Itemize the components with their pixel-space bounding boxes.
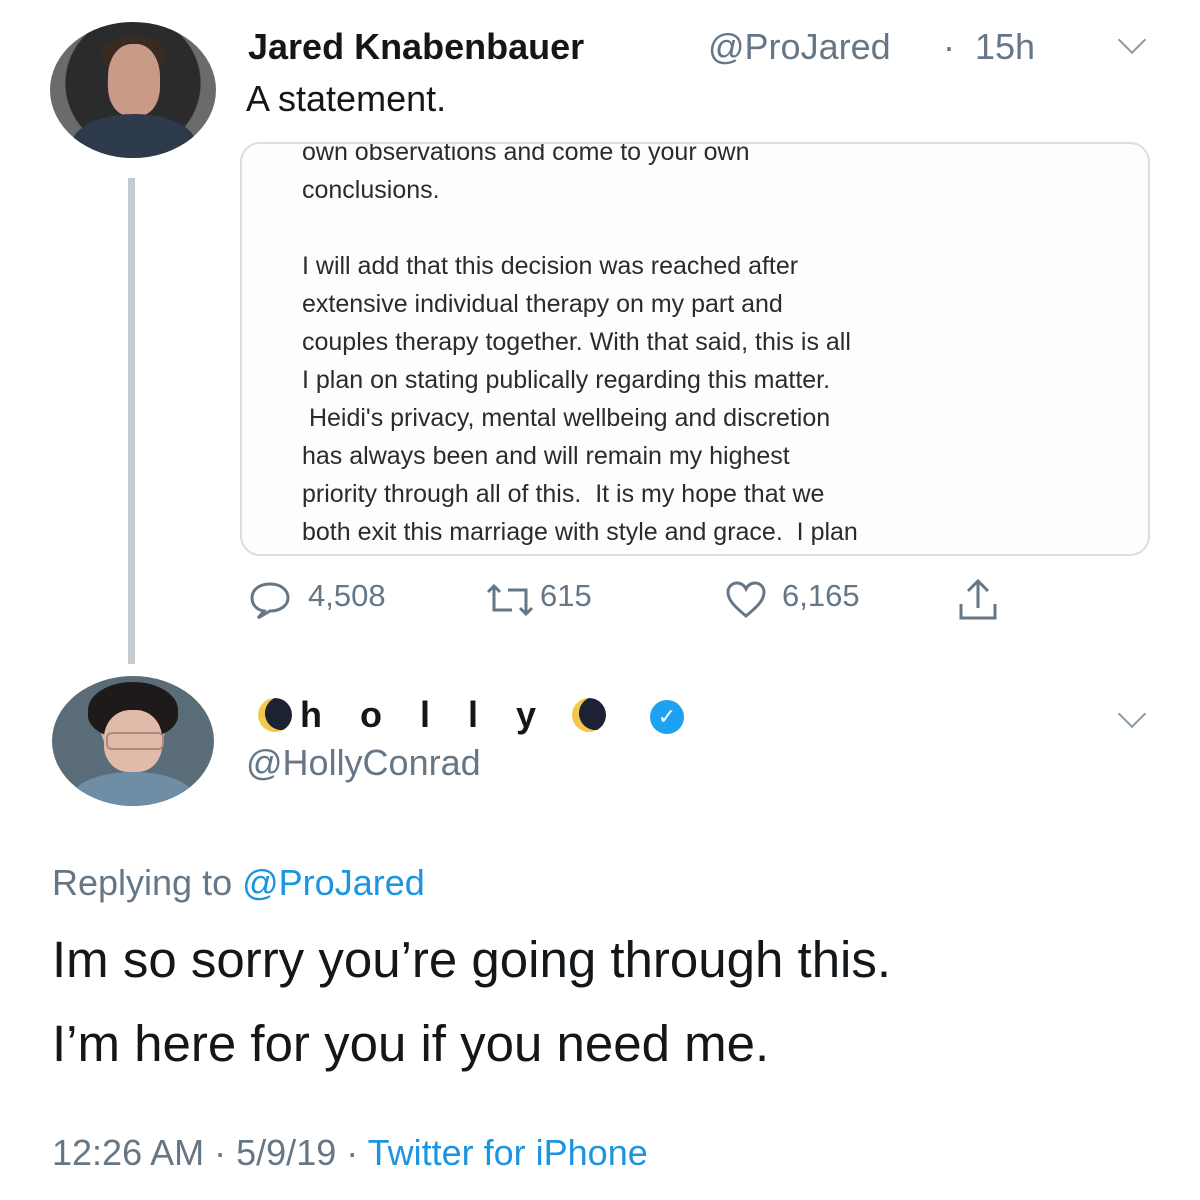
avatar-face	[108, 44, 160, 116]
statement-line: own observations and come to your own	[302, 142, 750, 166]
reply-count: 4,508	[308, 578, 386, 613]
tweet-text: A statement.	[246, 78, 447, 119]
verified-badge-icon: ✓	[650, 700, 684, 734]
moon-emoji-icon	[572, 698, 606, 732]
retweet-icon[interactable]	[482, 582, 538, 623]
statement-line: has always been and will remain my highe…	[302, 442, 790, 470]
avatar-shirt	[72, 772, 194, 806]
share-icon[interactable]	[955, 578, 1001, 627]
author-handle[interactable]: @HollyConrad	[246, 742, 481, 784]
thread-connector-line	[128, 178, 135, 664]
separator-dot: ·	[214, 1132, 227, 1173]
tweet-time[interactable]: 12:26 AM	[52, 1132, 204, 1173]
separator-dot: ·	[943, 26, 955, 67]
avatar-projared[interactable]	[50, 22, 216, 158]
chevron-down-icon[interactable]	[1117, 25, 1147, 55]
reply-text-line: I’m here for you if you need me.	[52, 1015, 770, 1072]
separator-dot: ·	[346, 1132, 359, 1173]
tweet-date[interactable]: 5/9/19	[236, 1132, 336, 1173]
statement-line: priority through all of this. It is my h…	[302, 480, 825, 508]
statement-image[interactable]: own observations and come to your own co…	[240, 142, 1150, 556]
retweet-count: 615	[540, 578, 592, 613]
like-count: 6,165	[782, 578, 860, 613]
replying-prefix: Replying to	[52, 862, 233, 903]
author-handle[interactable]: @ProJared	[708, 26, 891, 68]
tweet-metadata: 12:26 AM · 5/9/19 · Twitter for iPhone	[52, 1132, 648, 1174]
replying-to-line: Replying to @ProJared	[52, 862, 425, 904]
tweet-source-link[interactable]: Twitter for iPhone	[368, 1132, 648, 1173]
statement-line: conclusions.	[302, 176, 440, 204]
chevron-down-icon[interactable]	[1117, 699, 1147, 729]
author-name[interactable]: Jared Knabenbauer	[248, 26, 584, 68]
speech-bubble-icon[interactable]	[248, 580, 292, 625]
statement-line: I plan on stating publically regarding t…	[302, 366, 831, 394]
avatar-hollyconrad[interactable]	[52, 676, 214, 806]
statement-line: extensive individual therapy on my part …	[302, 290, 783, 318]
heart-icon[interactable]	[724, 580, 768, 625]
avatar-glasses	[106, 732, 164, 750]
statement-line: both exit this marriage with style and g…	[302, 518, 858, 546]
replying-to-mention[interactable]: @ProJared	[242, 862, 425, 903]
display-name[interactable]: h o l l y	[300, 694, 550, 736]
reply-text-line: Im so sorry you’re going through this.	[52, 931, 892, 988]
statement-line: Heidi's privacy, mental wellbeing and di…	[302, 404, 831, 432]
avatar-shirt	[72, 114, 196, 158]
statement-line: couples therapy together. With that said…	[302, 328, 851, 356]
tweet-time-ago[interactable]: 15h	[975, 26, 1035, 68]
moon-emoji-icon	[258, 698, 292, 732]
statement-line: I will add that this decision was reache…	[302, 252, 799, 280]
